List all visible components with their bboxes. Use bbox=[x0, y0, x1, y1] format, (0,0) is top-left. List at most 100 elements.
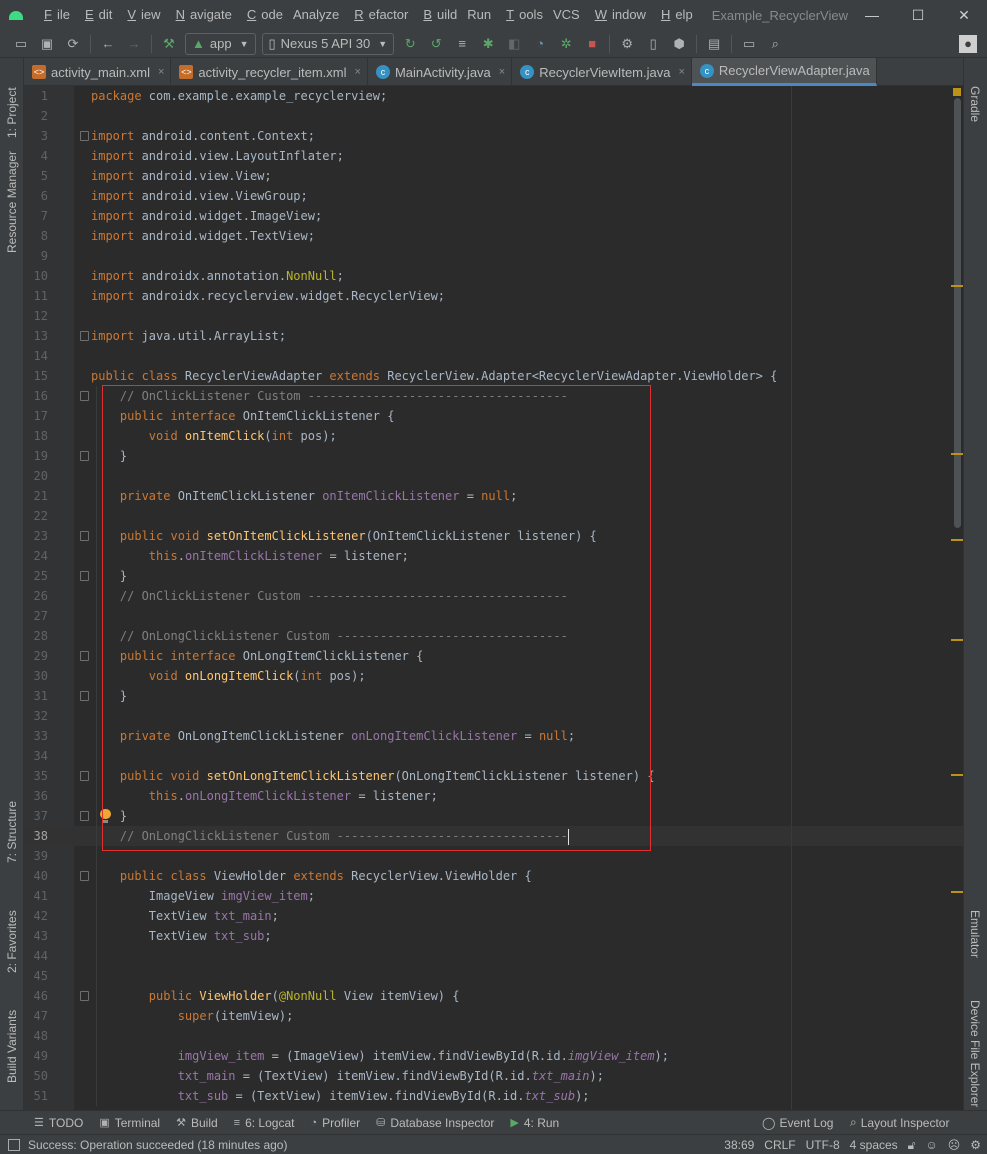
device-manager-icon[interactable]: ⚙ bbox=[618, 35, 636, 53]
project-tool-tab[interactable]: 1: Project bbox=[5, 87, 19, 138]
favorites-tool-tab[interactable]: 2: Favorites bbox=[5, 910, 19, 973]
profile-icon[interactable]: ◔ bbox=[531, 35, 549, 53]
warning-marker[interactable] bbox=[951, 891, 963, 893]
editor-tab[interactable]: <> activity_main.xml × bbox=[24, 58, 172, 86]
line-number: 4 bbox=[40, 149, 48, 163]
device-select[interactable]: ▯ Nexus 5 API 30 ▼ bbox=[261, 32, 395, 55]
user-avatar-icon[interactable]: ● bbox=[959, 34, 977, 53]
indent-setting[interactable]: 4 spaces bbox=[850, 1138, 898, 1152]
fold-marker-icon[interactable] bbox=[80, 771, 89, 781]
avd-manager-icon[interactable]: ▯ bbox=[644, 35, 662, 53]
forward-arrow-icon[interactable]: → bbox=[125, 35, 143, 53]
close-button[interactable]: ✕ bbox=[941, 0, 987, 30]
resource-manager-tool-tab[interactable]: Resource Manager bbox=[5, 151, 19, 253]
build-hammer-icon[interactable]: ⚒ bbox=[160, 35, 178, 53]
fold-marker-icon[interactable] bbox=[80, 451, 89, 461]
menu-item[interactable]: Run bbox=[462, 0, 496, 30]
menu-item[interactable]: Navigate bbox=[166, 0, 237, 30]
profiler-tool-button[interactable]: ◔ Profiler bbox=[310, 1116, 360, 1130]
maximize-button[interactable]: ☐ bbox=[895, 0, 941, 30]
attach-debugger-icon[interactable]: ✲ bbox=[557, 35, 575, 53]
inspection-status-icon[interactable] bbox=[953, 88, 961, 96]
warning-marker[interactable] bbox=[951, 285, 963, 287]
search-icon[interactable]: ⌕ bbox=[766, 35, 784, 53]
editor-tab[interactable]: <> activity_recycler_item.xml × bbox=[171, 58, 368, 86]
editor-tab[interactable]: c RecyclerViewItem.java × bbox=[512, 58, 692, 86]
settings-icon[interactable]: ⚙ bbox=[970, 1138, 981, 1152]
menu-item[interactable]: VCS bbox=[548, 0, 585, 30]
fold-marker-icon[interactable] bbox=[80, 331, 89, 341]
warning-marker[interactable] bbox=[951, 639, 963, 641]
line-number: 3 bbox=[40, 129, 48, 143]
build-tool-button[interactable]: ⚒ Build bbox=[176, 1116, 218, 1130]
close-tab-icon[interactable]: × bbox=[678, 66, 684, 78]
layout-inspector-tool-button[interactable]: ⌕ Layout Inspector bbox=[850, 1115, 949, 1130]
fold-marker-icon[interactable] bbox=[80, 871, 89, 881]
apply-code-changes-icon[interactable]: ↺ bbox=[427, 35, 445, 53]
gradle-tool-tab[interactable]: Gradle bbox=[968, 86, 982, 122]
warning-marker[interactable] bbox=[951, 774, 963, 776]
menu-item[interactable]: File bbox=[34, 0, 75, 30]
menu-item[interactable]: Refactor bbox=[344, 0, 413, 30]
device-file-explorer-tool-tab[interactable]: Device File Explorer bbox=[968, 1000, 982, 1107]
build-variants-tool-tab[interactable]: Build Variants bbox=[5, 1010, 19, 1083]
menu-item[interactable]: Tools bbox=[496, 0, 548, 30]
todo-tool-button[interactable]: ☰ TODO bbox=[34, 1116, 83, 1130]
fold-marker-icon[interactable] bbox=[80, 691, 89, 701]
menu-item[interactable]: Help bbox=[651, 0, 698, 30]
fold-marker-icon[interactable] bbox=[80, 531, 89, 541]
minimize-button[interactable]: — bbox=[849, 0, 895, 30]
close-tab-icon[interactable]: × bbox=[158, 66, 164, 78]
title-bar: File Edit View Navigate Code Analyze Refactor B… bbox=[0, 0, 987, 30]
terminal-tool-button[interactable]: ▣ Terminal bbox=[99, 1116, 160, 1130]
fold-marker-icon[interactable] bbox=[80, 131, 89, 141]
menu-item[interactable]: Edit bbox=[75, 0, 117, 30]
save-all-icon[interactable]: ▣ bbox=[38, 35, 56, 53]
fold-marker-icon[interactable] bbox=[80, 571, 89, 581]
open-folder-icon[interactable]: ▭ bbox=[12, 35, 30, 53]
apply-changes-restart-icon[interactable]: ↻ bbox=[401, 35, 419, 53]
logcat-tool-button[interactable]: ≡ 6: Logcat bbox=[234, 1116, 295, 1130]
editor-tab[interactable]: c RecyclerViewAdapter.java bbox=[691, 58, 877, 86]
warning-marker[interactable] bbox=[951, 539, 963, 541]
layout-icon[interactable]: ▭ bbox=[740, 35, 758, 53]
stop-icon[interactable]: ■ bbox=[583, 35, 601, 53]
menu-item[interactable]: Build bbox=[413, 0, 462, 30]
fold-marker-icon[interactable] bbox=[80, 391, 89, 401]
happy-face-icon[interactable]: ☺ bbox=[925, 1138, 937, 1152]
close-tab-icon[interactable]: × bbox=[499, 66, 505, 78]
code-text: import android.widget.ImageView; bbox=[91, 209, 323, 223]
sdk-manager-icon[interactable]: ⬢ bbox=[670, 35, 688, 53]
menu-item[interactable]: Code bbox=[237, 0, 288, 30]
run-tool-button[interactable]: ▶ 4: Run bbox=[510, 1116, 559, 1130]
event-log-tool-button[interactable]: ◯ Event Log bbox=[762, 1116, 833, 1130]
sad-face-icon[interactable]: ☹ bbox=[948, 1138, 961, 1152]
database-inspector-tool-button[interactable]: ⛁ Database Inspector bbox=[376, 1116, 494, 1130]
run-config-select[interactable]: ▲ app ▼ bbox=[185, 32, 256, 55]
run-config-list-icon[interactable]: ≡ bbox=[453, 35, 471, 53]
emulator-tool-tab[interactable]: Emulator bbox=[968, 910, 982, 958]
editor-tab[interactable]: c MainActivity.java × bbox=[368, 58, 513, 86]
caret-position[interactable]: 38:69 bbox=[724, 1138, 754, 1152]
warning-marker[interactable] bbox=[951, 453, 963, 455]
status-message[interactable]: Success: Operation succeeded (18 minutes… bbox=[8, 1138, 287, 1152]
project-structure-icon[interactable]: ▤ bbox=[705, 35, 723, 53]
lock-icon[interactable]: 🔓︎ bbox=[908, 1138, 916, 1153]
fold-marker-icon[interactable] bbox=[80, 991, 89, 1001]
code-text: void onLongItemClick(int pos); bbox=[148, 669, 366, 683]
close-tab-icon[interactable]: × bbox=[355, 66, 361, 78]
code-editor[interactable]: 1 package com.example.example_recyclervie… bbox=[24, 86, 963, 1110]
fold-marker-icon[interactable] bbox=[80, 651, 89, 661]
menu-item[interactable]: Analyze bbox=[288, 0, 344, 30]
sync-icon[interactable]: ⟳ bbox=[64, 35, 82, 53]
fold-marker-icon[interactable] bbox=[80, 811, 89, 821]
coverage-icon[interactable]: ◧ bbox=[505, 35, 523, 53]
code-line: 21 private OnItemClickListener onItemCli… bbox=[24, 486, 963, 506]
structure-tool-tab[interactable]: 7: Structure bbox=[5, 801, 19, 863]
menu-item[interactable]: View bbox=[117, 0, 165, 30]
menu-item[interactable]: Window bbox=[585, 0, 651, 30]
back-arrow-icon[interactable]: ← bbox=[99, 35, 117, 53]
debug-icon[interactable]: ✱ bbox=[479, 35, 497, 53]
file-encoding[interactable]: UTF-8 bbox=[806, 1138, 840, 1152]
line-separator[interactable]: CRLF bbox=[764, 1138, 795, 1152]
